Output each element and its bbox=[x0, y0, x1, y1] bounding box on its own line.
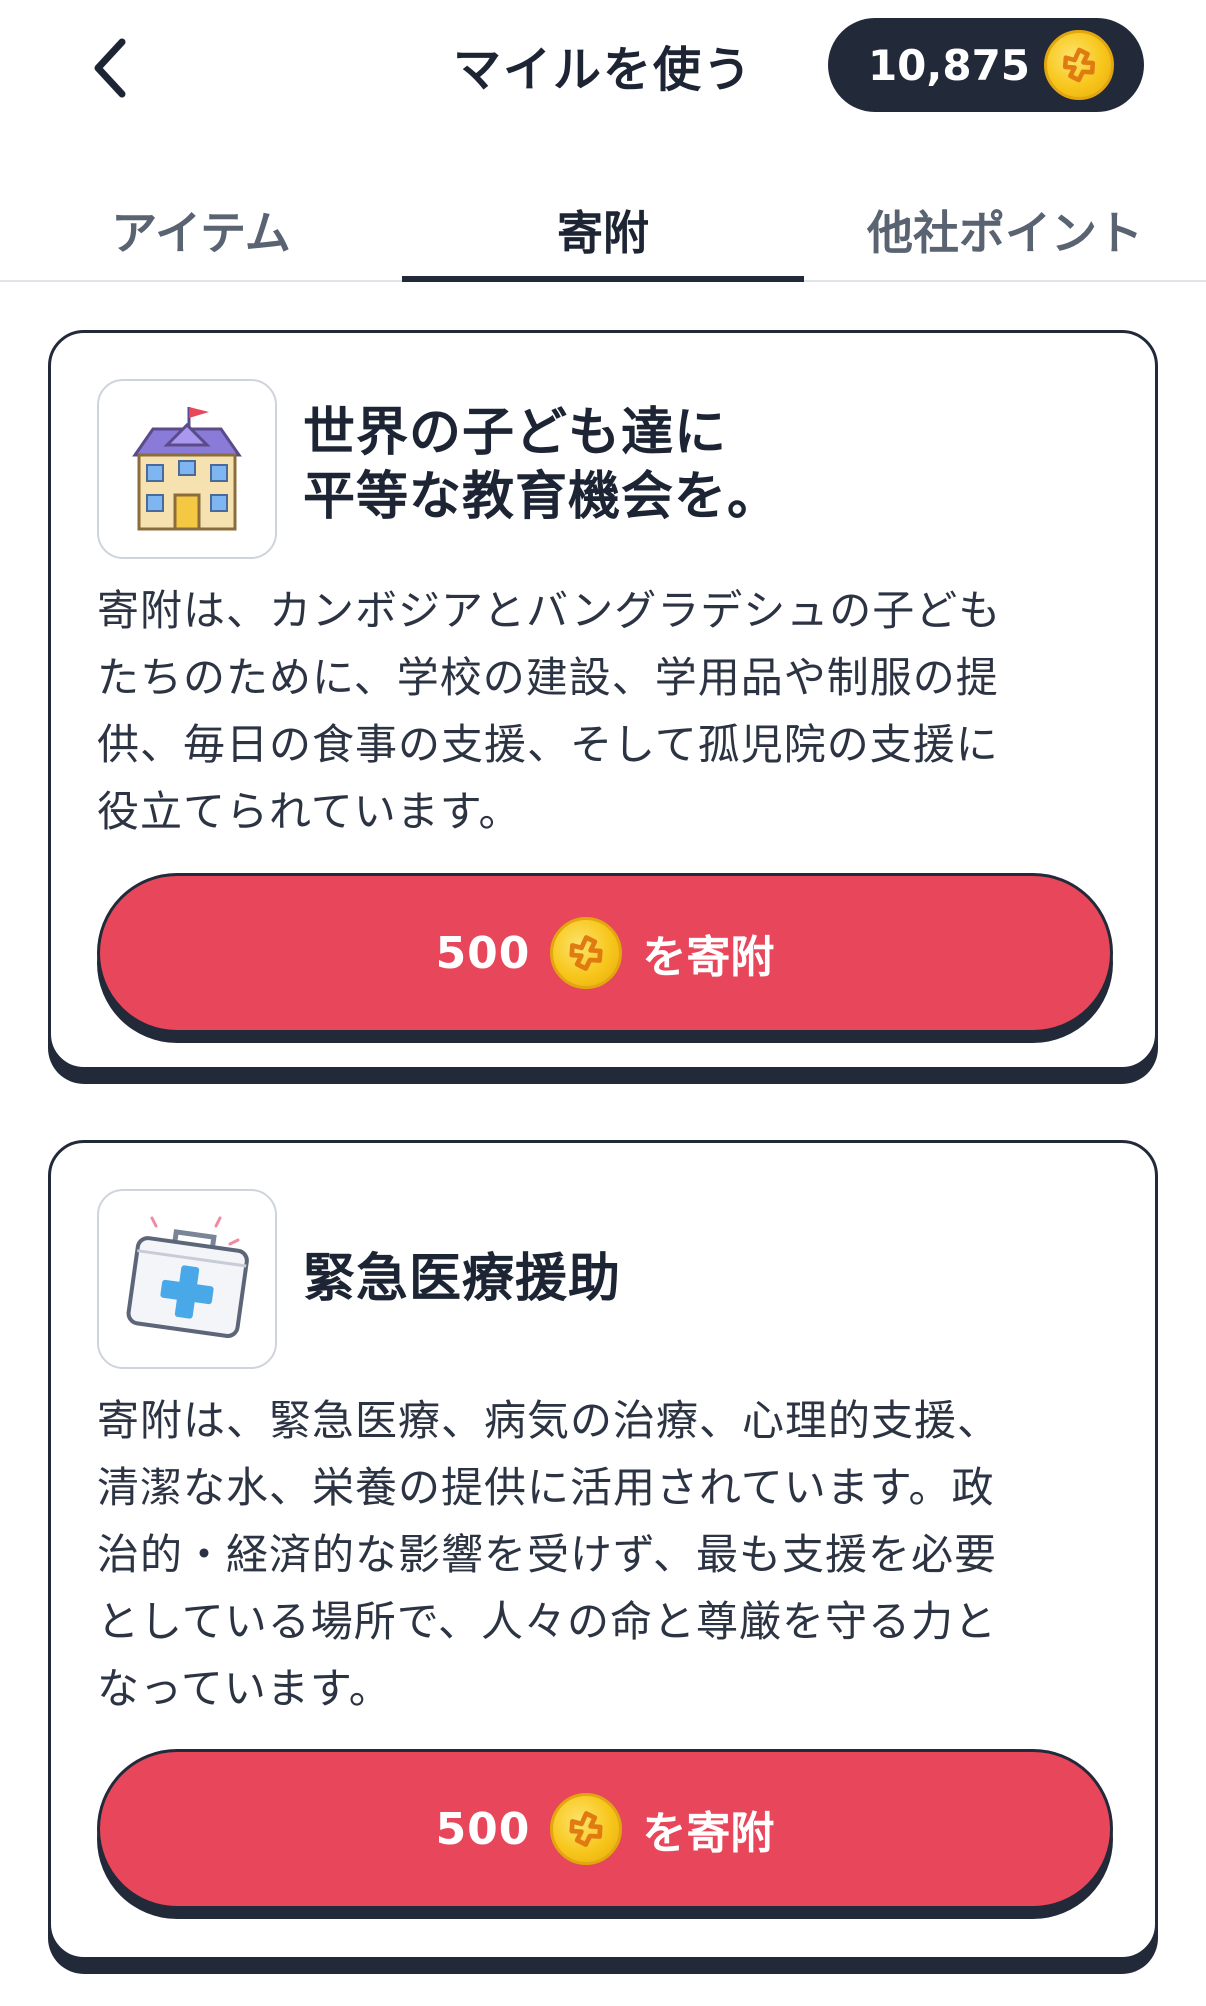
description-line: なっています。 bbox=[97, 1664, 392, 1713]
card-description: 寄附は、カンボジアとバングラデシュの子ども たちのために、学校の建設、学用品や制… bbox=[97, 577, 1109, 845]
card-title-line: 緊急医療援助 bbox=[303, 1249, 622, 1309]
donate-amount: 500 bbox=[435, 1803, 531, 1855]
description-line: たちのために、学校の建設、学用品や制服の提 bbox=[97, 653, 999, 702]
donate-label: を寄附 bbox=[642, 1808, 775, 1859]
tab-items[interactable]: アイテム bbox=[0, 190, 402, 270]
shuriken-coin-icon bbox=[1044, 30, 1115, 100]
description-line: 治的・経済的な影響を受けず、最も支援を必要 bbox=[97, 1530, 998, 1579]
chevron-left-icon bbox=[94, 38, 126, 98]
shuriken-coin-icon bbox=[550, 1793, 623, 1865]
description-line: 清潔な水、栄養の提供に活用されています。政 bbox=[97, 1463, 995, 1512]
donate-amount: 500 bbox=[435, 927, 531, 979]
description-line: としている場所で、人々の命と尊厳を守る力と bbox=[97, 1597, 998, 1646]
donate-label: を寄附 bbox=[642, 932, 775, 983]
tab-bar: アイテム 寄附 他社ポイント bbox=[0, 180, 1206, 282]
description-line: 寄附は、カンボジアとバングラデシュの子ども bbox=[97, 586, 1002, 635]
description-line: 寄附は、緊急医療、病気の治療、心理的支援、 bbox=[97, 1396, 1001, 1445]
description-line: 役立てられています。 bbox=[97, 787, 522, 836]
page: マイルを使う 10,875 アイテム 寄附 他社ポイント 世界の子ども達に 平等… bbox=[0, 0, 1206, 2006]
donate-button[interactable]: 500 を寄附 bbox=[97, 1749, 1113, 1909]
card-title-line: 平等な教育機会を。 bbox=[303, 467, 781, 527]
description-line: 供、毎日の食事の支援、そして孤児院の支援に bbox=[97, 720, 999, 769]
card-title: 世界の子ども達に 平等な教育機会を。 bbox=[303, 401, 1125, 529]
first-aid-kit-icon bbox=[97, 1189, 277, 1369]
card-description: 寄附は、緊急医療、病気の治療、心理的支援、 清潔な水、栄養の提供に活用されていま… bbox=[97, 1387, 1109, 1722]
tab-donation[interactable]: 寄附 bbox=[402, 190, 804, 270]
shuriken-coin-icon bbox=[550, 917, 623, 989]
card-title: 緊急医療援助 bbox=[303, 1247, 1125, 1311]
mile-balance-badge[interactable]: 10,875 bbox=[828, 18, 1144, 112]
back-button[interactable] bbox=[86, 36, 134, 100]
school-building-icon bbox=[97, 379, 277, 559]
active-tab-indicator bbox=[402, 276, 804, 282]
tab-other-points[interactable]: 他社ポイント bbox=[804, 190, 1206, 270]
donation-card-education: 世界の子ども達に 平等な教育機会を。 寄附は、カンボジアとバングラデシュの子ども… bbox=[48, 330, 1158, 1070]
donate-button[interactable]: 500 を寄附 bbox=[97, 873, 1113, 1033]
donation-card-medical: 緊急医療援助 寄附は、緊急医療、病気の治療、心理的支援、 清潔な水、栄養の提供に… bbox=[48, 1140, 1158, 1960]
mile-balance-value: 10,875 bbox=[867, 40, 1031, 90]
card-title-line: 世界の子ども達に bbox=[303, 403, 728, 463]
